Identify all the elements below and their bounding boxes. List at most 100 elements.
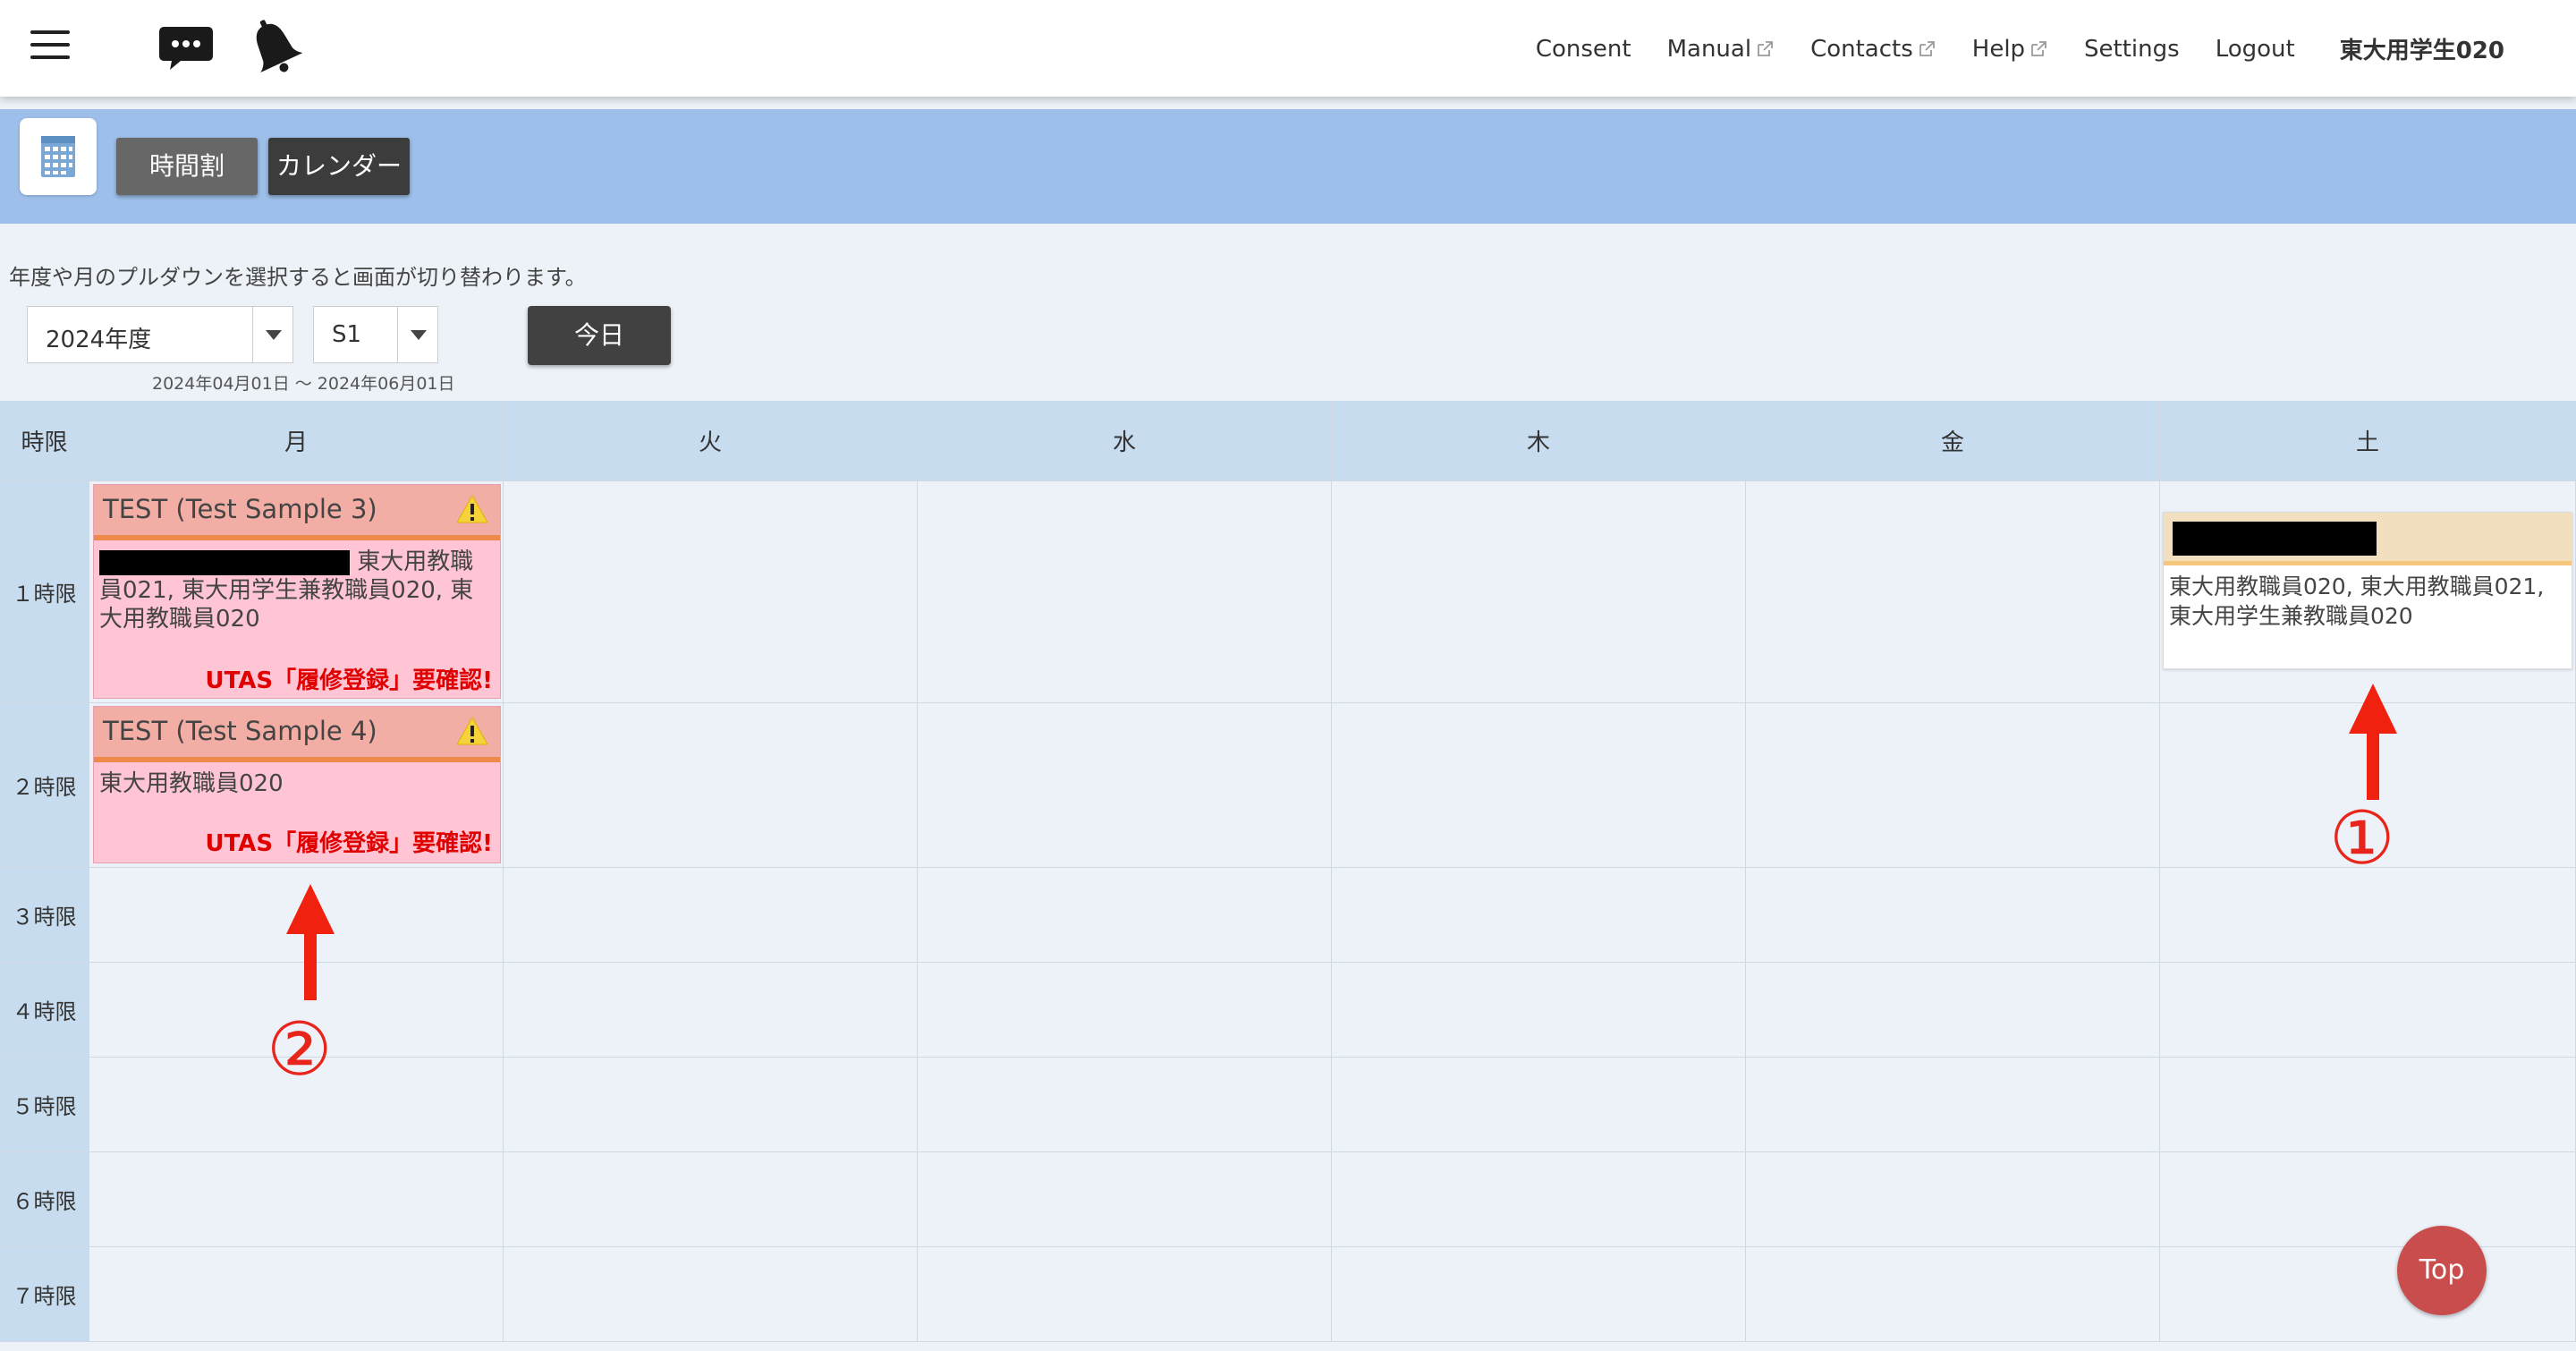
timetable-cell-tue-1[interactable]	[504, 481, 918, 703]
annotation-arrow-1	[2349, 684, 2397, 800]
period-label-3: ３時限	[0, 868, 89, 963]
nav-logout[interactable]: Logout	[2216, 36, 2295, 63]
timetable-cell-sat-7[interactable]	[2160, 1247, 2576, 1342]
timetable-cell-mon-7[interactable]	[89, 1247, 504, 1342]
tab-calendar[interactable]: カレンダー	[268, 138, 410, 195]
external-link-icon	[1758, 40, 1773, 56]
day-header-wed: 水	[918, 401, 1332, 481]
term-select[interactable]: S1	[313, 306, 438, 363]
timetable-cell-fri-6[interactable]	[1746, 1152, 2160, 1247]
annotation-arrow-2	[286, 884, 335, 1000]
tab-timetable[interactable]: 時間割	[116, 138, 258, 195]
instruction-text: 年度や月のプルダウンを選択すると画面が切り替わります。	[9, 265, 587, 290]
timetable-cell-sat-3[interactable]	[2160, 868, 2576, 963]
timetable-cell-tue-7[interactable]	[504, 1247, 918, 1342]
timetable-cell-fri-4[interactable]	[1746, 963, 2160, 1058]
today-button[interactable]: 今日	[528, 306, 671, 365]
chevron-down-icon[interactable]	[252, 307, 292, 362]
period-header: 時限	[0, 401, 89, 481]
period-label-4: ４時限	[0, 963, 89, 1058]
course-teachers-first: 東大用教職	[357, 548, 474, 575]
registration-notice: UTAS「履修登録」要確認!	[205, 667, 493, 694]
course-card-header	[2164, 513, 2572, 565]
timetable-cell-tue-2[interactable]	[504, 703, 918, 868]
scroll-top-button[interactable]: Top	[2397, 1226, 2487, 1315]
timetable-cell-thu-2[interactable]	[1332, 703, 1746, 868]
nav-help[interactable]: Help	[1972, 36, 2048, 63]
course-title: TEST (Test Sample 3)	[103, 494, 377, 524]
course-card-header: TEST (Test Sample 4)	[94, 707, 500, 762]
annotation-label-1: ①	[2329, 796, 2395, 881]
timetable-cell-thu-7[interactable]	[1332, 1247, 1746, 1342]
course-card-mon-1[interactable]: TEST (Test Sample 3) 東大用教職 員021, 東大用学生兼教…	[93, 484, 501, 699]
timetable-cell-wed-4[interactable]	[918, 963, 1332, 1058]
course-teachers-line2: 東大用学生兼教職員020	[2169, 603, 2413, 629]
course-teachers-line1: 東大用教職員020, 東大用教職員021,	[2169, 574, 2545, 599]
external-link-icon	[1919, 40, 1935, 56]
timetable-cell-tue-4[interactable]	[504, 963, 918, 1058]
course-teachers: 東大用教職員020, 東大用教職員021, 東大用学生兼教職員020	[2169, 572, 2572, 631]
redacted-block	[99, 549, 350, 575]
timetable-cell-fri-1[interactable]	[1746, 481, 2160, 703]
warning-icon	[456, 494, 488, 523]
calendar-icon	[20, 118, 97, 195]
period-label-2: ２時限	[0, 703, 89, 868]
bell-icon[interactable]	[245, 16, 303, 79]
timetable-cell-fri-5[interactable]	[1746, 1058, 2160, 1152]
menu-icon[interactable]	[30, 30, 70, 59]
timetable-cell-tue-6[interactable]	[504, 1152, 918, 1247]
timetable-cell-wed-7[interactable]	[918, 1247, 1332, 1342]
date-range: 2024年04月01日 〜 2024年06月01日	[152, 374, 455, 394]
external-link-icon	[2031, 40, 2046, 56]
timetable-cell-sat-6[interactable]	[2160, 1152, 2576, 1247]
chat-icon[interactable]	[157, 23, 215, 77]
year-select-value: 2024年度	[46, 327, 152, 353]
nav-consent[interactable]: Consent	[1536, 36, 1631, 63]
day-header-tue: 火	[504, 401, 918, 481]
period-label-5: ５時限	[0, 1058, 89, 1152]
timetable-cell-fri-3[interactable]	[1746, 868, 2160, 963]
course-teachers: 東大用教職 員021, 東大用学生兼教職員020, 東 大用教職員020	[99, 548, 493, 633]
course-teachers-rest: 員021, 東大用学生兼教職員020, 東 大用教職員020	[99, 577, 474, 633]
timetable-cell-thu-3[interactable]	[1332, 868, 1746, 963]
timetable-cell-wed-3[interactable]	[918, 868, 1332, 963]
top-nav: Consent Manual Contacts Help Settings Lo…	[1536, 32, 2504, 65]
timetable-cell-fri-7[interactable]	[1746, 1247, 2160, 1342]
period-label-7: ７時限	[0, 1247, 89, 1342]
nav-manual[interactable]: Manual	[1667, 36, 1775, 63]
timetable-cell-thu-1[interactable]	[1332, 481, 1746, 703]
registration-notice: UTAS「履修登録」要確認!	[205, 830, 493, 857]
timetable-cell-sat-5[interactable]	[2160, 1058, 2576, 1152]
warning-icon	[456, 716, 488, 745]
timetable-cell-fri-2[interactable]	[1746, 703, 2160, 868]
nav-settings[interactable]: Settings	[2084, 36, 2180, 63]
course-card-mon-2[interactable]: TEST (Test Sample 4) 東大用教職員020 UTAS「履修登録…	[93, 706, 501, 863]
redacted-block	[2173, 522, 2377, 556]
course-title: TEST (Test Sample 4)	[103, 716, 377, 746]
year-select[interactable]: 2024年度	[27, 306, 293, 363]
timetable-cell-thu-6[interactable]	[1332, 1152, 1746, 1247]
timetable-cell-wed-1[interactable]	[918, 481, 1332, 703]
period-label-1: １時限	[0, 481, 89, 703]
day-header-sat: 土	[2160, 401, 2576, 481]
timetable-cell-thu-5[interactable]	[1332, 1058, 1746, 1152]
app-header: Consent Manual Contacts Help Settings Lo…	[0, 0, 2576, 97]
timetable-cell-wed-5[interactable]	[918, 1058, 1332, 1152]
timetable-cell-wed-2[interactable]	[918, 703, 1332, 868]
course-teachers: 東大用教職員020	[99, 770, 284, 797]
nav-contacts[interactable]: Contacts	[1810, 36, 1936, 63]
course-card-sat-1[interactable]: 東大用教職員020, 東大用教職員021, 東大用学生兼教職員020	[2163, 512, 2572, 669]
annotation-label-2: ②	[267, 1007, 333, 1092]
timetable-cell-sat-4[interactable]	[2160, 963, 2576, 1058]
period-label-6: ６時限	[0, 1152, 89, 1247]
user-name[interactable]: 東大用学生020	[2340, 32, 2504, 65]
timetable-cell-mon-6[interactable]	[89, 1152, 504, 1247]
term-select-value: S1	[332, 321, 362, 348]
chevron-down-icon[interactable]	[397, 307, 437, 362]
timetable-cell-tue-5[interactable]	[504, 1058, 918, 1152]
day-header-fri: 金	[1746, 401, 2160, 481]
timetable-cell-wed-6[interactable]	[918, 1152, 1332, 1247]
timetable-cell-thu-4[interactable]	[1332, 963, 1746, 1058]
day-header-mon: 月	[89, 401, 504, 481]
timetable-cell-tue-3[interactable]	[504, 868, 918, 963]
